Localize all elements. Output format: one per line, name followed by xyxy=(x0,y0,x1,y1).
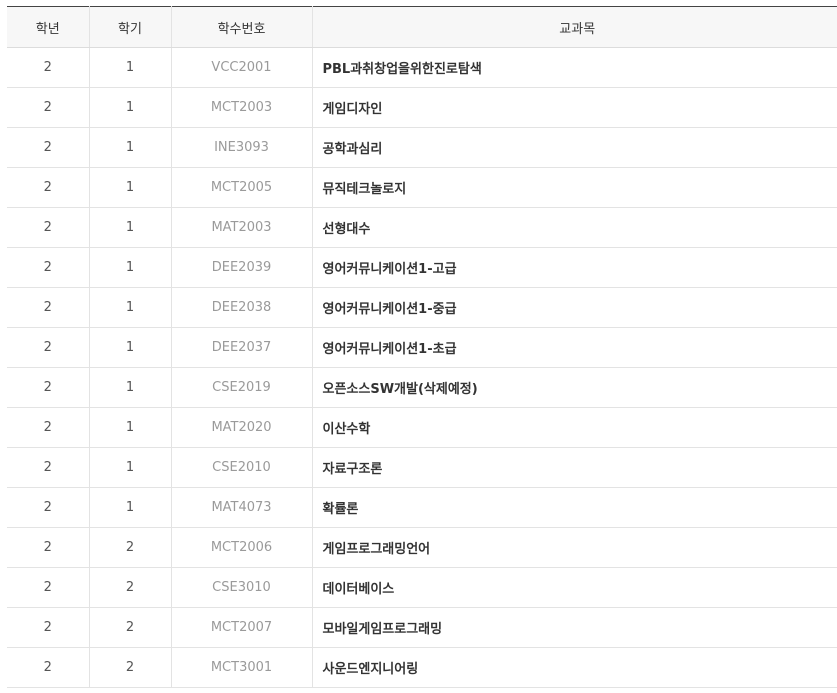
cell-grade: 2 xyxy=(7,567,90,608)
cell-course-code: MCT2006 xyxy=(171,527,313,568)
cell-course-name: 공학과심리 xyxy=(312,127,837,168)
table-row: 2 1 MCT2003 게임디자인 xyxy=(7,87,837,128)
cell-course-name: 모바일게임프로그래밍 xyxy=(312,607,837,648)
cell-course-name: 사운드엔지니어링 xyxy=(312,647,837,688)
cell-grade: 2 xyxy=(7,87,90,128)
header-course-name: 교과목 xyxy=(312,6,837,48)
cell-semester: 1 xyxy=(89,127,172,168)
cell-course-code: CSE3010 xyxy=(171,567,313,608)
cell-course-name: 게임프로그래밍언어 xyxy=(312,527,837,568)
cell-course-name: 오픈소스SW개발(삭제예정) xyxy=(312,367,837,408)
table-row: 2 2 MCT2006 게임프로그래밍언어 xyxy=(7,527,837,568)
header-row: 학년 학기 학수번호 교과목 xyxy=(7,6,837,48)
cell-grade: 2 xyxy=(7,287,90,328)
table-row: 2 1 MAT4073 확률론 xyxy=(7,487,837,528)
table-row: 2 1 MAT2003 선형대수 xyxy=(7,207,837,248)
cell-course-name: 데이터베이스 xyxy=(312,567,837,608)
table-row: 2 1 CSE2010 자료구조론 xyxy=(7,447,837,488)
cell-course-code: INE3093 xyxy=(171,127,313,168)
cell-grade: 2 xyxy=(7,407,90,448)
cell-course-name: 뮤직테크놀로지 xyxy=(312,167,837,208)
cell-course-code: MAT4073 xyxy=(171,487,313,528)
table-row: 2 1 DEE2039 영어커뮤니케이션1-고급 xyxy=(7,247,837,288)
table-row: 2 1 INE3093 공학과심리 xyxy=(7,127,837,168)
cell-course-name: 자료구조론 xyxy=(312,447,837,488)
cell-semester: 1 xyxy=(89,367,172,408)
cell-grade: 2 xyxy=(7,47,90,88)
cell-semester: 1 xyxy=(89,87,172,128)
cell-semester: 1 xyxy=(89,287,172,328)
cell-course-code: MCT3001 xyxy=(171,647,313,688)
cell-grade: 2 xyxy=(7,527,90,568)
header-semester: 학기 xyxy=(89,6,172,48)
table-body: 2 1 VCC2001 PBL과취창업을위한진로탐색 2 1 MCT2003 게임디자인 2 1 I… xyxy=(7,47,837,688)
cell-course-code: MCT2003 xyxy=(171,87,313,128)
cell-semester: 2 xyxy=(89,647,172,688)
cell-course-code: MCT2007 xyxy=(171,607,313,648)
cell-course-code: CSE2019 xyxy=(171,367,313,408)
table-row: 2 2 CSE3010 데이터베이스 xyxy=(7,567,837,608)
cell-course-name: PBL과취창업을위한진로탐색 xyxy=(312,47,837,88)
table-row: 2 1 DEE2037 영어커뮤니케이션1-초급 xyxy=(7,327,837,368)
table-row: 2 1 DEE2038 영어커뮤니케이션1-중급 xyxy=(7,287,837,328)
cell-semester: 1 xyxy=(89,207,172,248)
cell-course-code: MCT2005 xyxy=(171,167,313,208)
cell-course-code: CSE2010 xyxy=(171,447,313,488)
table-row: 2 1 MCT2005 뮤직테크놀로지 xyxy=(7,167,837,208)
cell-semester: 1 xyxy=(89,167,172,208)
cell-course-code: VCC2001 xyxy=(171,47,313,88)
table-row: 2 1 VCC2001 PBL과취창업을위한진로탐색 xyxy=(7,47,837,88)
cell-course-code: DEE2038 xyxy=(171,287,313,328)
curriculum-table: 학년 학기 학수번호 교과목 2 1 VCC2001 PBL과취창업을위한진로탐색 2 1… xyxy=(7,6,837,688)
cell-semester: 1 xyxy=(89,247,172,288)
cell-grade: 2 xyxy=(7,607,90,648)
cell-semester: 1 xyxy=(89,447,172,488)
cell-course-name: 영어커뮤니케이션1-중급 xyxy=(312,287,837,328)
cell-grade: 2 xyxy=(7,247,90,288)
cell-grade: 2 xyxy=(7,327,90,368)
cell-semester: 2 xyxy=(89,527,172,568)
cell-semester: 1 xyxy=(89,327,172,368)
cell-course-code: DEE2037 xyxy=(171,327,313,368)
table-header: 학년 학기 학수번호 교과목 xyxy=(7,6,837,48)
cell-grade: 2 xyxy=(7,367,90,408)
cell-semester: 2 xyxy=(89,607,172,648)
table-row: 2 1 MAT2020 이산수학 xyxy=(7,407,837,448)
cell-course-code: DEE2039 xyxy=(171,247,313,288)
table-row: 2 1 CSE2019 오픈소스SW개발(삭제예정) xyxy=(7,367,837,408)
header-course-code: 학수번호 xyxy=(171,6,313,48)
cell-grade: 2 xyxy=(7,207,90,248)
cell-grade: 2 xyxy=(7,647,90,688)
cell-grade: 2 xyxy=(7,487,90,528)
table-row: 2 2 MCT2007 모바일게임프로그래밍 xyxy=(7,607,837,648)
cell-semester: 1 xyxy=(89,47,172,88)
table-row: 2 2 MCT3001 사운드엔지니어링 xyxy=(7,647,837,688)
cell-course-code: MAT2020 xyxy=(171,407,313,448)
page: 학년 학기 학수번호 교과목 2 1 VCC2001 PBL과취창업을위한진로탐색 2 1… xyxy=(0,0,837,693)
cell-course-name: 확률론 xyxy=(312,487,837,528)
cell-grade: 2 xyxy=(7,127,90,168)
header-grade: 학년 xyxy=(7,6,90,48)
cell-grade: 2 xyxy=(7,167,90,208)
cell-course-name: 게임디자인 xyxy=(312,87,837,128)
cell-semester: 1 xyxy=(89,407,172,448)
cell-semester: 2 xyxy=(89,567,172,608)
cell-course-code: MAT2003 xyxy=(171,207,313,248)
cell-semester: 1 xyxy=(89,487,172,528)
cell-course-name: 영어커뮤니케이션1-고급 xyxy=(312,247,837,288)
cell-course-name: 영어커뮤니케이션1-초급 xyxy=(312,327,837,368)
cell-course-name: 이산수학 xyxy=(312,407,837,448)
cell-course-name: 선형대수 xyxy=(312,207,837,248)
cell-grade: 2 xyxy=(7,447,90,488)
